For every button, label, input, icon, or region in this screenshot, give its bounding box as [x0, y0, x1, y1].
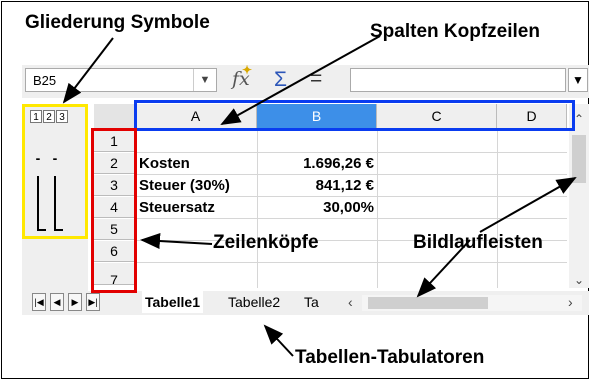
callout-row-headers: Zeilenköpfe	[213, 232, 319, 253]
arrow-outline-symbols	[62, 37, 114, 104]
arrow-vertical-scrollbar	[479, 177, 577, 233]
callout-sheet-tabs: Tabellen-Tabulatoren	[295, 347, 485, 368]
arrow-sheet-tabs	[263, 324, 294, 357]
arrow-row-headers	[140, 233, 213, 250]
callout-arrows	[62, 35, 577, 357]
arrow-column-headers	[220, 35, 381, 125]
callout-scrollbars: Bildlaufleisten	[413, 232, 543, 253]
